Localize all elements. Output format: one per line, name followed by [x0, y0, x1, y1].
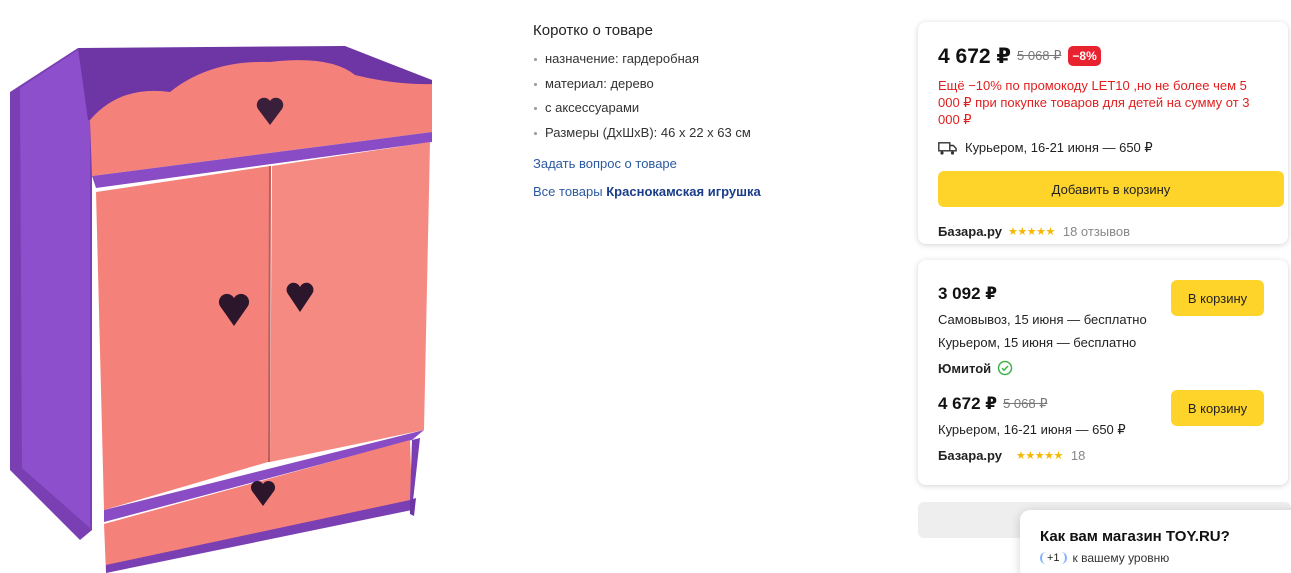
offer-item: 4 672 ₽ 5 068 ₽ Курьером, 16-21 июня — 6… [938, 390, 1268, 465]
spec-item: назначение: гардеробная [533, 51, 893, 76]
level-badge: +1 [1040, 552, 1067, 564]
popup-subtitle: к вашему уровню [1072, 551, 1170, 565]
delivery-text: Курьером, 16-21 июня — 650 ₽ [965, 140, 1153, 155]
main-old-price: 5 068 ₽ [1017, 48, 1062, 63]
seller-name[interactable]: Базара.ру [938, 224, 1002, 239]
other-offers-card: 3 092 ₽ Самовывоз, 15 июня — бесплатно К… [918, 260, 1288, 485]
offer-price: 4 672 ₽ [938, 394, 998, 413]
main-offer-card: 4 672 ₽ 5 068 ₽ −8% Ещё −10% по промокод… [918, 22, 1288, 244]
specs-title: Коротко о товаре [533, 22, 653, 39]
delivery-info: Курьером, 16-21 июня — 650 ₽ [938, 138, 1268, 158]
all-brand-goods-link[interactable]: Все товары Краснокамская игрушка [533, 184, 893, 199]
ask-question-link[interactable]: Задать вопрос о товаре [533, 156, 893, 171]
popup-title: Как вам магазин TOY.RU? [1040, 528, 1230, 545]
offer-item: 3 092 ₽ Самовывоз, 15 июня — бесплатно К… [938, 280, 1268, 378]
to-cart-button[interactable]: В корзину [1171, 280, 1264, 316]
reviews-count[interactable]: 18 [1071, 448, 1085, 463]
seller-row: Базара.ру ★★★★★ 18 отзывов [938, 221, 1268, 241]
main-price: 4 672 ₽ [938, 44, 1011, 68]
main-price-row: 4 672 ₽ 5 068 ₽ −8% [938, 42, 1268, 70]
reviews-count[interactable]: 18 отзывов [1063, 224, 1130, 239]
spec-item: материал: дерево [533, 76, 893, 101]
spec-item: Размеры (ДхШхВ): 46 х 22 х 63 см [533, 125, 893, 150]
rating-stars: ★★★★★ [1016, 449, 1063, 462]
promo-text: Ещё −10% по промокоду LET10 ,но не более… [938, 78, 1250, 127]
product-specs: Коротко о товаре назначение: гардеробная… [533, 22, 893, 199]
verified-check-icon [997, 360, 1013, 376]
offer-seller-row: Базара.ру ★★★★★ 18 [938, 445, 1268, 465]
wardrobe-illustration [10, 46, 432, 573]
seller-name[interactable]: Базара.ру [938, 448, 1002, 463]
seller-name[interactable]: Юмитой [938, 361, 991, 376]
specs-list: назначение: гардеробная материал: дерево… [533, 51, 893, 149]
popup-subtitle-row: +1 к вашему уровню [1040, 551, 1280, 565]
offer-price: 3 092 ₽ [938, 284, 998, 303]
add-to-cart-button[interactable]: Добавить в корзину [938, 171, 1284, 207]
feedback-popup[interactable]: Как вам магазин TOY.RU? +1 к вашему уров… [1020, 510, 1291, 573]
spec-item: с аксессуарами [533, 100, 893, 125]
brand-name: Краснокамская игрушка [606, 184, 761, 199]
offer-line: Курьером, 15 июня — бесплатно [938, 335, 1137, 350]
discount-badge: −8% [1068, 46, 1101, 66]
offer-seller-row: Юмитой [938, 358, 1268, 378]
truck-icon [938, 141, 957, 155]
offer-old-price: 5 068 ₽ [1003, 396, 1048, 411]
product-image[interactable] [0, 0, 460, 573]
rating-stars: ★★★★★ [1008, 225, 1055, 238]
all-goods-prefix: Все товары [533, 184, 603, 199]
to-cart-button[interactable]: В корзину [1171, 390, 1264, 426]
